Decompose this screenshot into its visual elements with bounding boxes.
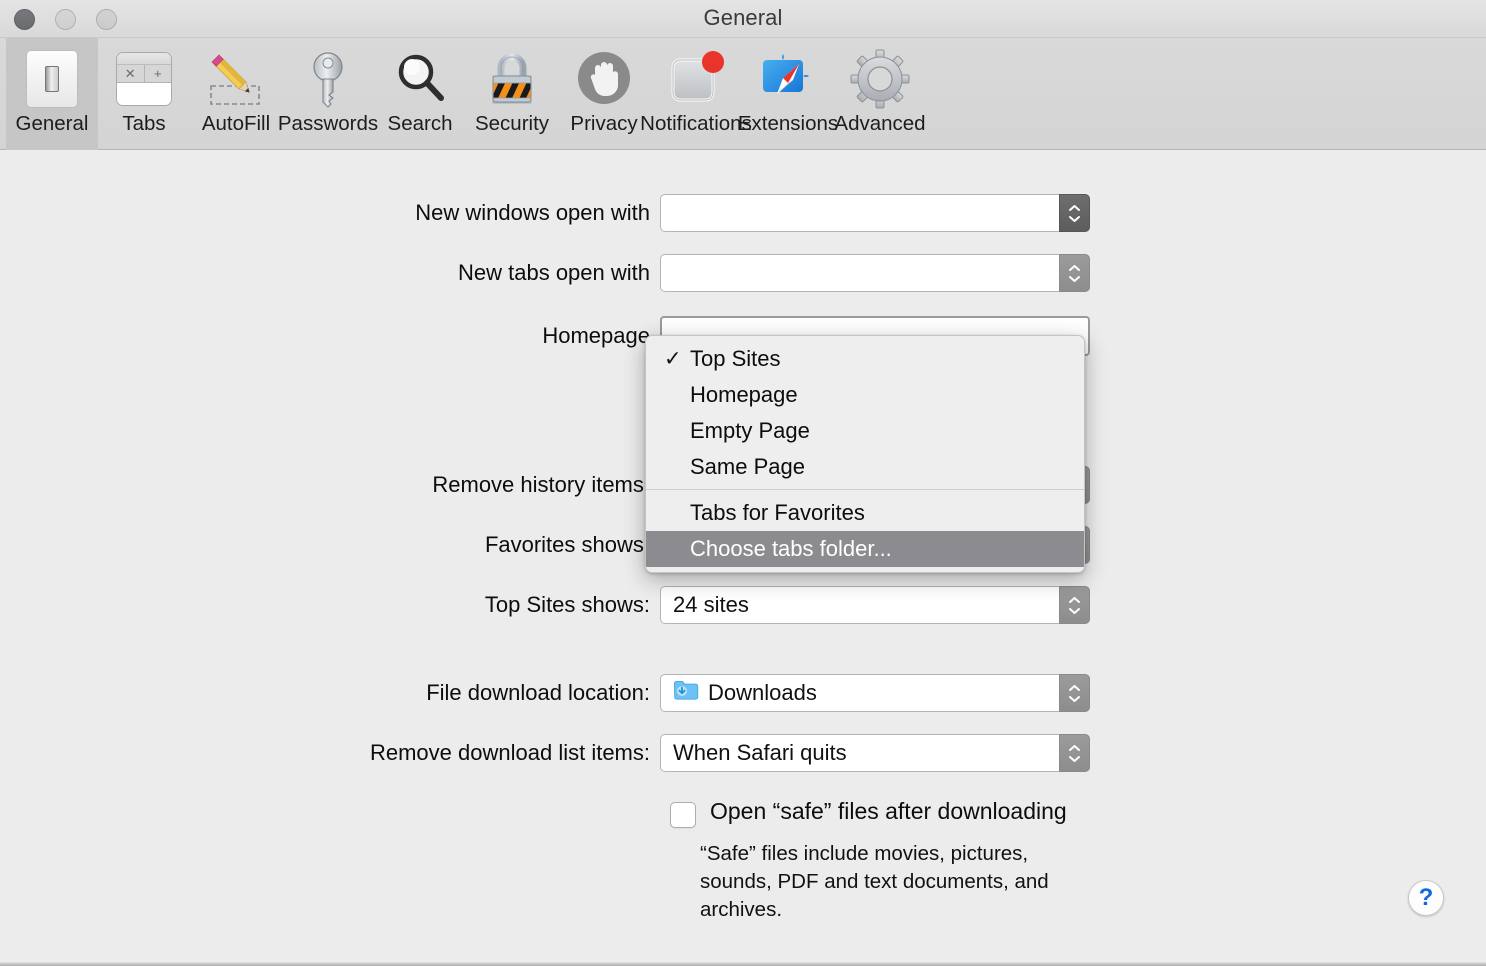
menu-item-label: Empty Page bbox=[690, 418, 810, 443]
label-file-download-location: File download location: bbox=[426, 680, 650, 705]
menu-item-label: Homepage bbox=[690, 382, 798, 407]
row-new-tabs-open-with: New tabs open with bbox=[0, 254, 1110, 292]
label-remove-download-list-items: Remove download list items: bbox=[369, 740, 650, 765]
new-windows-open-with-menu[interactable]: ✓ Top Sites Homepage Empty Page Same Page Tab… bbox=[645, 335, 1085, 573]
toolbar-item-advanced[interactable]: Advanced bbox=[834, 38, 926, 150]
file-download-location-stepper[interactable] bbox=[1059, 674, 1090, 712]
notification-square-icon bbox=[661, 46, 731, 112]
preferences-toolbar: General ✕ + Tabs AutoFill Passwords Sear… bbox=[0, 38, 1486, 150]
toolbar-item-general[interactable]: General bbox=[6, 38, 98, 150]
file-download-location-popup[interactable]: Downloads bbox=[660, 674, 1090, 712]
new-tabs-open-with-stepper[interactable] bbox=[1059, 254, 1090, 292]
general-settings-pane: New windows open with New tabs open with bbox=[0, 150, 1486, 966]
toolbar-label-autofill: AutoFill bbox=[201, 112, 271, 135]
toolbar-item-tabs[interactable]: ✕ + Tabs bbox=[98, 38, 190, 150]
toolbar-label-security: Security bbox=[474, 112, 550, 135]
label-new-windows-open-with: New windows open with bbox=[415, 200, 650, 225]
general-toggle-icon bbox=[17, 46, 87, 112]
title-bar: General bbox=[0, 0, 1486, 38]
toolbar-item-autofill[interactable]: AutoFill bbox=[190, 38, 282, 150]
label-favorites-shows: Favorites shows: bbox=[484, 532, 650, 557]
menu-item-homepage[interactable]: Homepage bbox=[646, 377, 1084, 413]
question-mark-icon: ? bbox=[1418, 884, 1434, 911]
toolbar-item-extensions[interactable]: Extensions bbox=[738, 38, 838, 150]
pencil-autofill-icon bbox=[201, 46, 271, 112]
notification-badge-dot bbox=[702, 51, 724, 73]
open-safe-files-label: Open “safe” files after downloading bbox=[710, 798, 1067, 824]
key-icon bbox=[293, 46, 363, 112]
top-sites-shows-popup[interactable]: 24 sites bbox=[660, 586, 1090, 624]
toolbar-label-advanced: Advanced bbox=[834, 112, 926, 135]
remove-download-list-items-stepper[interactable] bbox=[1059, 734, 1090, 772]
help-button[interactable]: ? bbox=[1408, 880, 1444, 916]
checkmark-icon: ✓ bbox=[664, 347, 682, 371]
magnifier-icon bbox=[385, 46, 455, 112]
preferences-window: General General ✕ + Tabs AutoFill Passwo… bbox=[0, 0, 1486, 966]
open-safe-files-checkbox[interactable] bbox=[670, 802, 696, 828]
row-new-windows-open-with: New windows open with bbox=[0, 194, 1110, 232]
menu-item-empty-page[interactable]: Empty Page bbox=[646, 413, 1084, 449]
menu-item-label: Choose tabs folder... bbox=[690, 536, 892, 561]
safari-puzzle-icon bbox=[753, 46, 823, 112]
label-remove-history-items: Remove history items: bbox=[432, 472, 650, 497]
remove-download-list-items-popup[interactable]: When Safari quits bbox=[660, 734, 1090, 772]
menu-item-same-page[interactable]: Same Page bbox=[646, 449, 1084, 485]
toolbar-label-general: General bbox=[15, 112, 89, 135]
toolbar-item-search[interactable]: Search bbox=[374, 38, 466, 150]
menu-separator bbox=[646, 489, 1084, 490]
row-file-download-location: File download location: Downloads bbox=[0, 674, 1110, 712]
toolbar-label-tabs: Tabs bbox=[122, 112, 166, 135]
toolbar-item-passwords[interactable]: Passwords bbox=[278, 38, 378, 150]
padlock-icon bbox=[477, 46, 547, 112]
hand-stop-icon bbox=[569, 46, 639, 112]
window-title: General bbox=[703, 5, 783, 30]
menu-item-top-sites[interactable]: ✓ Top Sites bbox=[646, 341, 1084, 377]
file-download-location-value: Downloads bbox=[708, 680, 817, 705]
gear-icon bbox=[845, 46, 915, 112]
tabs-window-icon: ✕ + bbox=[109, 46, 179, 112]
remove-download-list-items-value: When Safari quits bbox=[673, 740, 847, 765]
open-safe-files-row[interactable]: Open “safe” files after downloading bbox=[670, 798, 1067, 828]
label-new-tabs-open-with: New tabs open with bbox=[458, 260, 650, 285]
top-sites-shows-stepper[interactable] bbox=[1059, 586, 1090, 624]
new-windows-open-with-stepper[interactable] bbox=[1059, 194, 1090, 232]
toolbar-item-security[interactable]: Security bbox=[466, 38, 558, 150]
safe-files-help-text: “Safe” files include movies, pictures, s… bbox=[700, 840, 1110, 924]
top-sites-shows-value: 24 sites bbox=[673, 592, 749, 617]
toolbar-label-passwords: Passwords bbox=[277, 112, 379, 135]
toolbar-item-privacy[interactable]: Privacy bbox=[558, 38, 650, 150]
menu-item-label: Top Sites bbox=[690, 346, 781, 371]
safe-files-help-line-3: archives. bbox=[700, 898, 783, 921]
window-bottom-edge bbox=[0, 962, 1486, 966]
safe-files-help-line-2: sounds, PDF and text documents, and bbox=[700, 870, 1049, 893]
downloads-folder-icon bbox=[673, 679, 699, 707]
menu-item-tabs-for-favorites[interactable]: Tabs for Favorites bbox=[646, 495, 1084, 531]
row-remove-download-list-items: Remove download list items: When Safari … bbox=[0, 734, 1110, 772]
toolbar-label-notifications: Notifications bbox=[640, 112, 752, 135]
toolbar-label-search: Search bbox=[387, 112, 453, 135]
menu-item-label: Tabs for Favorites bbox=[690, 500, 865, 525]
label-homepage: Homepage bbox=[542, 323, 650, 348]
new-windows-open-with-popup[interactable] bbox=[660, 194, 1090, 232]
menu-item-label: Same Page bbox=[690, 454, 805, 479]
new-tabs-open-with-popup[interactable] bbox=[660, 254, 1090, 292]
toolbar-label-privacy: Privacy bbox=[570, 112, 638, 135]
safe-files-help-line-1: “Safe” files include movies, pictures, bbox=[700, 842, 1029, 865]
toolbar-item-notifications[interactable]: Notifications bbox=[640, 38, 752, 150]
row-top-sites-shows: Top Sites shows: 24 sites bbox=[0, 586, 1110, 624]
menu-item-choose-tabs-folder[interactable]: Choose tabs folder... bbox=[646, 531, 1084, 567]
toolbar-label-extensions: Extensions bbox=[737, 112, 839, 135]
label-top-sites-shows: Top Sites shows: bbox=[484, 592, 650, 617]
